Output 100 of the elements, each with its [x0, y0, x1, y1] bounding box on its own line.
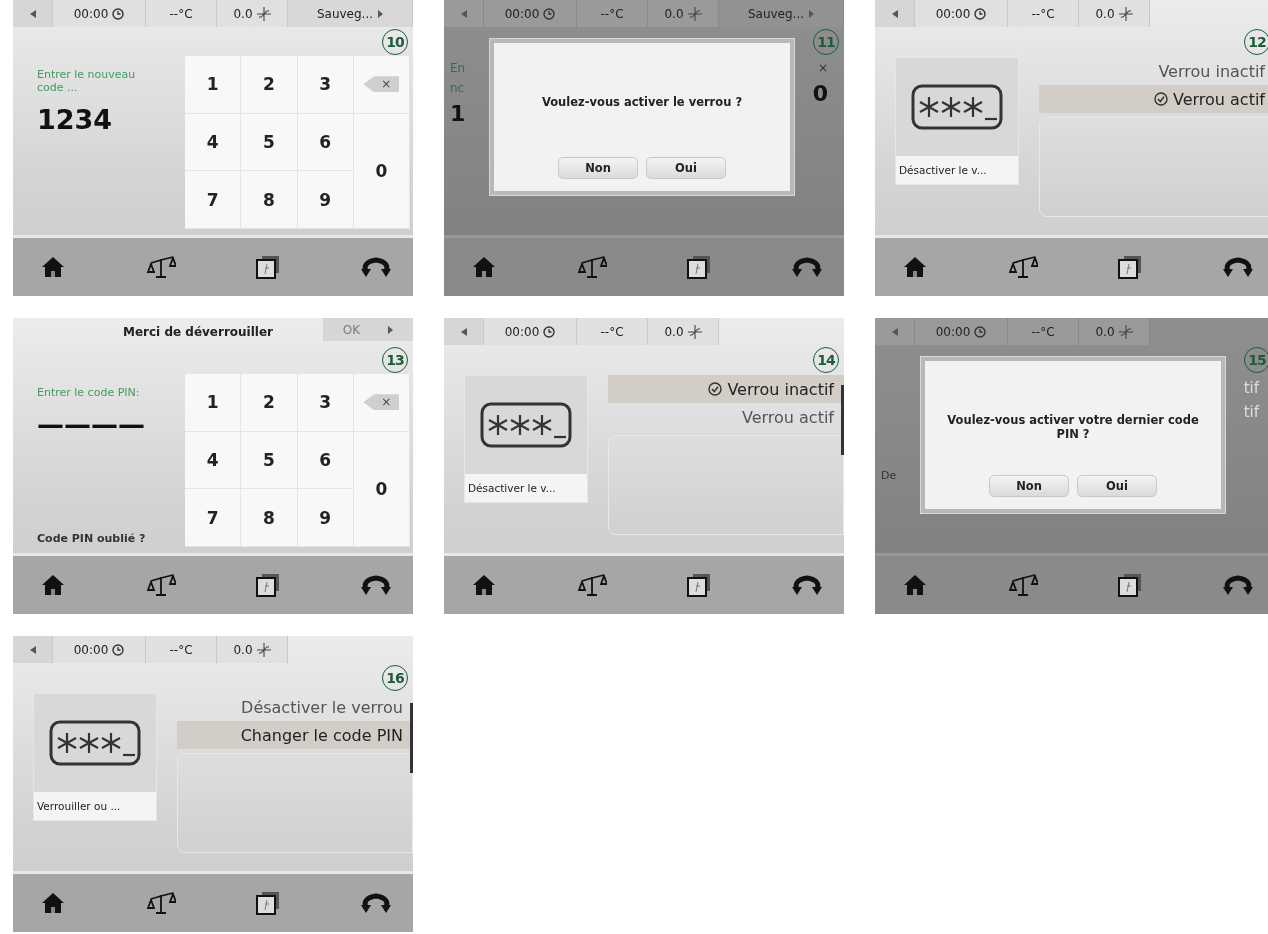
digit-key[interactable]: 2	[241, 374, 298, 432]
digit-key[interactable]: 3	[297, 374, 354, 432]
scale-icon[interactable]	[1007, 574, 1038, 596]
background-text: 0	[812, 81, 828, 106]
back-button[interactable]	[444, 318, 484, 345]
scale-icon[interactable]	[145, 574, 176, 596]
left-triangle-icon	[891, 9, 898, 18]
home-icon[interactable]	[41, 256, 65, 278]
digit-key[interactable]: 6	[297, 431, 354, 490]
cube-icon[interactable]	[687, 573, 712, 597]
digit-key[interactable]: 5	[241, 431, 298, 490]
rotate-arrows-icon[interactable]	[791, 256, 822, 278]
temperature-text: --°C	[1031, 324, 1055, 339]
home-icon[interactable]	[903, 574, 927, 596]
right-triangle-icon	[388, 325, 394, 334]
dialog-button[interactable]: Oui	[1077, 475, 1157, 497]
option-item[interactable]: Verrou inactif	[1039, 57, 1268, 85]
digit-key[interactable]: 4	[185, 113, 242, 172]
dialog-button[interactable]: Non	[989, 475, 1069, 497]
time-text: 00:00	[73, 642, 109, 657]
digit-key[interactable]: 0	[353, 431, 410, 547]
scrollbar[interactable]	[410, 703, 413, 773]
digit-key[interactable]: 4	[185, 431, 242, 490]
fan-icon	[687, 324, 702, 339]
digit-key[interactable]: 0	[353, 113, 410, 229]
cube-icon[interactable]	[256, 255, 281, 279]
temperature-text: --°C	[600, 6, 624, 21]
scale-icon[interactable]	[145, 892, 176, 914]
digit-key[interactable]: 8	[241, 171, 298, 229]
option-item[interactable]: Verrou actif	[1039, 85, 1268, 113]
backspace-key[interactable]: ×	[353, 56, 410, 114]
lock-settings-tile[interactable]: Verrouiller ou ...	[33, 693, 157, 821]
cube-icon[interactable]	[256, 573, 281, 597]
background-text: En	[450, 61, 466, 75]
cube-icon[interactable]	[256, 891, 281, 915]
cube-icon[interactable]	[1118, 255, 1143, 279]
option-item[interactable]: Verrou actif	[608, 403, 844, 431]
fan-icon	[256, 642, 271, 657]
cube-icon[interactable]	[1118, 573, 1143, 597]
home-icon[interactable]	[41, 574, 65, 596]
digit-key[interactable]: 9	[297, 171, 354, 229]
scrollbar[interactable]	[841, 385, 844, 455]
digit-key[interactable]: 2	[241, 56, 298, 114]
digit-key[interactable]: 9	[297, 489, 354, 547]
dialog-button[interactable]: Non	[558, 157, 638, 179]
clock-icon	[974, 325, 987, 338]
left-triangle-icon	[29, 9, 36, 18]
scale-icon[interactable]	[1007, 256, 1038, 278]
prompt-text: Entrer le nouveau code ...	[37, 68, 137, 94]
digit-key[interactable]: 7	[185, 171, 242, 229]
home-icon[interactable]	[41, 892, 65, 914]
rotate-arrows-icon[interactable]	[360, 574, 391, 596]
time-text: 00:00	[504, 6, 540, 21]
forgot-pin-link[interactable]: Code PIN oublié ?	[37, 532, 185, 545]
digit-key[interactable]: 5	[241, 113, 298, 172]
save-button[interactable]: Sauveg...	[719, 0, 844, 27]
digit-key[interactable]: 7	[185, 489, 242, 547]
background-text: tif	[1243, 379, 1259, 397]
left-triangle-icon	[460, 9, 467, 18]
scale-icon[interactable]	[576, 574, 607, 596]
fan-icon	[256, 6, 271, 21]
left-triangle-icon	[460, 327, 467, 336]
option-item[interactable]: Désactiver le verrou	[177, 693, 413, 721]
back-button[interactable]	[13, 636, 53, 663]
option-item[interactable]: Changer le code PIN	[177, 721, 413, 749]
digit-key[interactable]: 3	[297, 56, 354, 114]
backspace-key[interactable]: ×	[353, 374, 410, 432]
save-button[interactable]: Sauveg...	[288, 0, 413, 27]
time-text: 00:00	[504, 324, 540, 339]
rotate-arrows-icon[interactable]	[360, 892, 391, 914]
fan-icon	[1118, 6, 1133, 21]
scale-icon[interactable]	[576, 256, 607, 278]
clock-icon	[543, 7, 556, 20]
dialog-message: Voulez-vous activer votre dernier code PIN ?	[946, 413, 1200, 441]
clock-icon	[543, 325, 556, 338]
digit-key[interactable]: 1	[185, 374, 242, 432]
digit-key[interactable]: 6	[297, 113, 354, 172]
home-icon[interactable]	[472, 574, 496, 596]
digit-key[interactable]: 1	[185, 56, 242, 114]
digit-key[interactable]: 8	[241, 489, 298, 547]
rotate-arrows-icon[interactable]	[1222, 256, 1253, 278]
background-text: ×	[817, 61, 828, 75]
back-button[interactable]	[875, 0, 915, 27]
dialog-button[interactable]: Oui	[646, 157, 726, 179]
rotate-arrows-icon[interactable]	[1222, 574, 1253, 596]
right-triangle-icon	[378, 9, 384, 18]
rotate-arrows-icon[interactable]	[360, 256, 391, 278]
scale-icon[interactable]	[145, 256, 176, 278]
option-item[interactable]: Verrou inactif	[608, 375, 844, 403]
home-icon[interactable]	[903, 256, 927, 278]
back-button[interactable]	[13, 0, 53, 27]
rotate-arrows-icon[interactable]	[791, 574, 822, 596]
temperature-text: --°C	[600, 324, 624, 339]
lock-settings-tile[interactable]: Désactiver le v...	[464, 375, 588, 503]
fan-speed-text: 0.0	[233, 642, 253, 657]
home-icon[interactable]	[472, 256, 496, 278]
cube-icon[interactable]	[687, 255, 712, 279]
check-circle-icon	[1153, 92, 1168, 106]
lock-settings-tile[interactable]: Désactiver le v...	[895, 57, 1019, 185]
time-text: 00:00	[935, 324, 971, 339]
